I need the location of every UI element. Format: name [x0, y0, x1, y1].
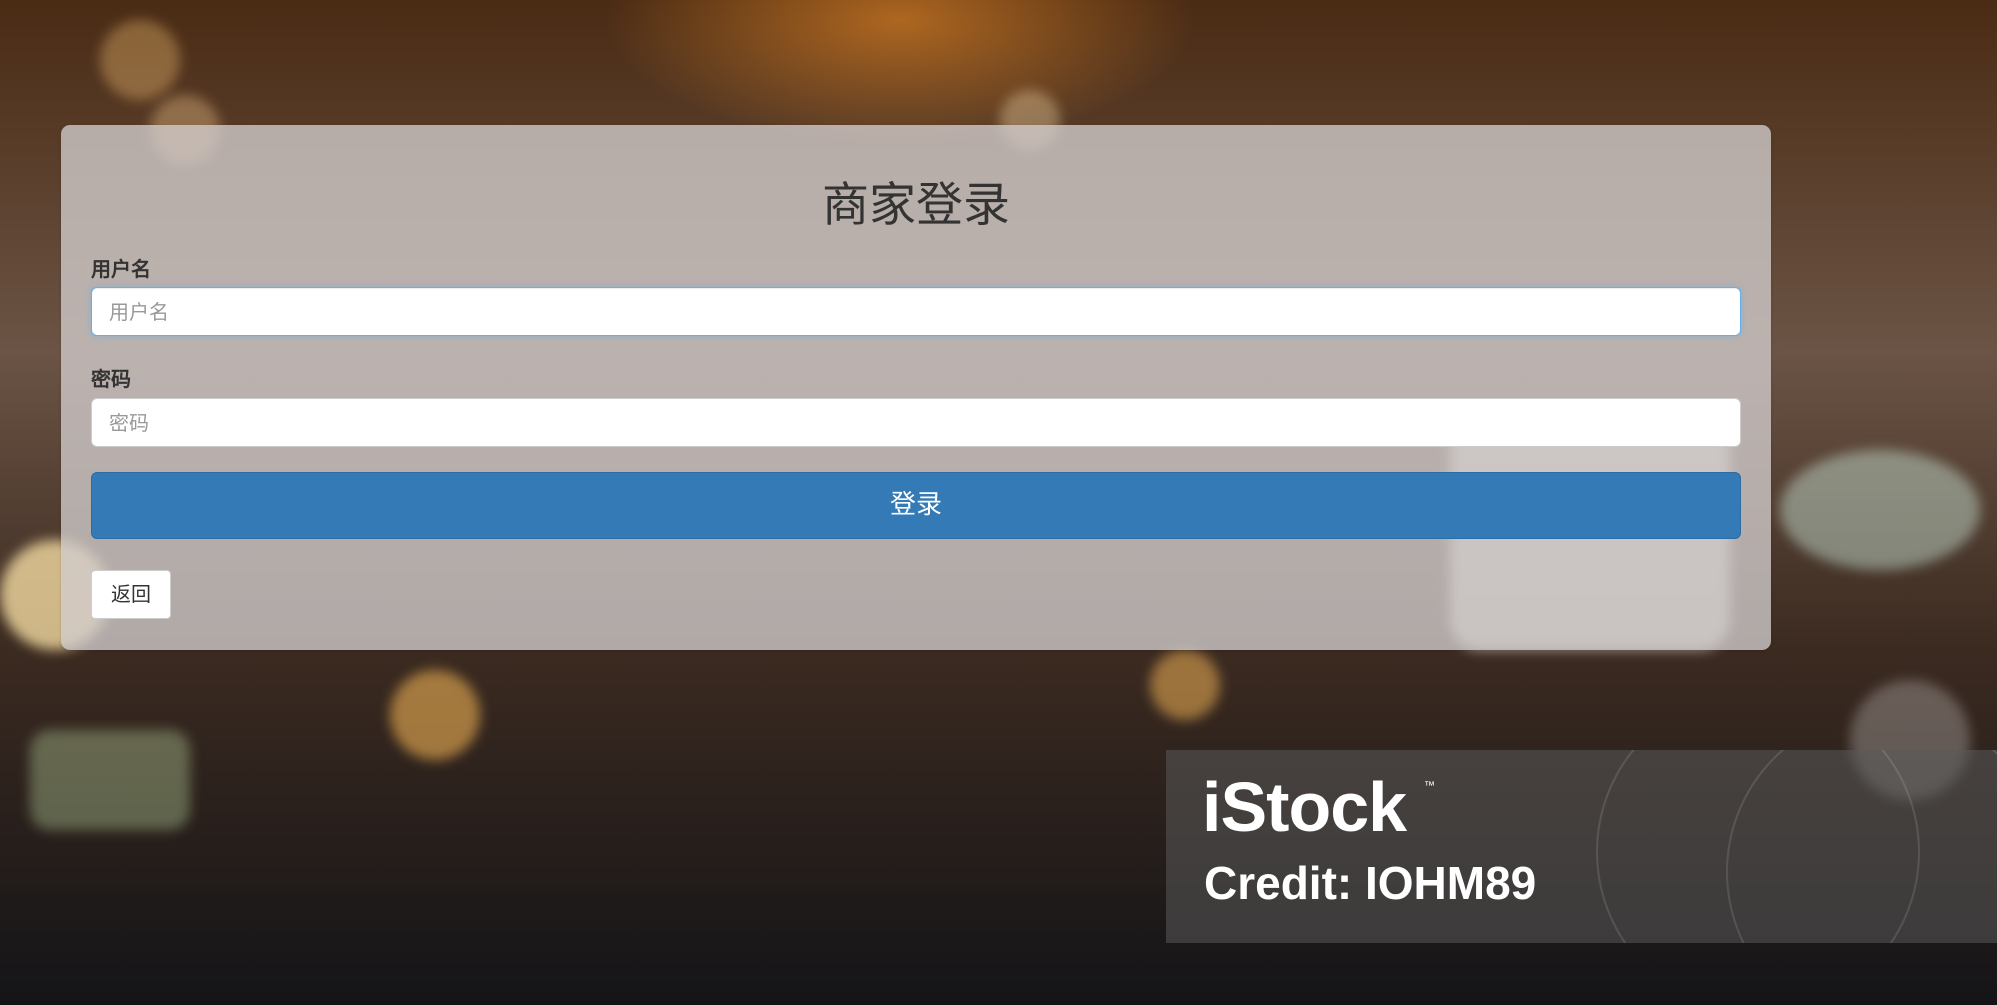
watermark-trademark: ™	[1424, 780, 1435, 792]
bokeh-light	[100, 20, 180, 100]
watermark-decoration	[1726, 750, 1997, 943]
watermark-credit: Credit: IOHM89	[1204, 857, 1537, 909]
login-panel: 商家登录 用户名 密码 登录 返回	[61, 125, 1771, 650]
bokeh-light	[390, 670, 480, 760]
login-button[interactable]: 登录	[91, 472, 1741, 539]
back-button[interactable]: 返回	[91, 570, 171, 619]
stock-watermark: iStock ™ Credit: IOHM89	[1166, 750, 1997, 943]
password-label: 密码	[91, 367, 131, 391]
username-input[interactable]	[91, 287, 1741, 336]
username-label: 用户名	[91, 257, 151, 281]
bokeh-light	[1150, 650, 1220, 720]
watermark-brand: iStock	[1202, 768, 1407, 846]
password-input[interactable]	[91, 398, 1741, 447]
bokeh-light	[30, 730, 190, 830]
page-title: 商家登录	[822, 178, 1010, 233]
bokeh-light	[1780, 450, 1980, 570]
